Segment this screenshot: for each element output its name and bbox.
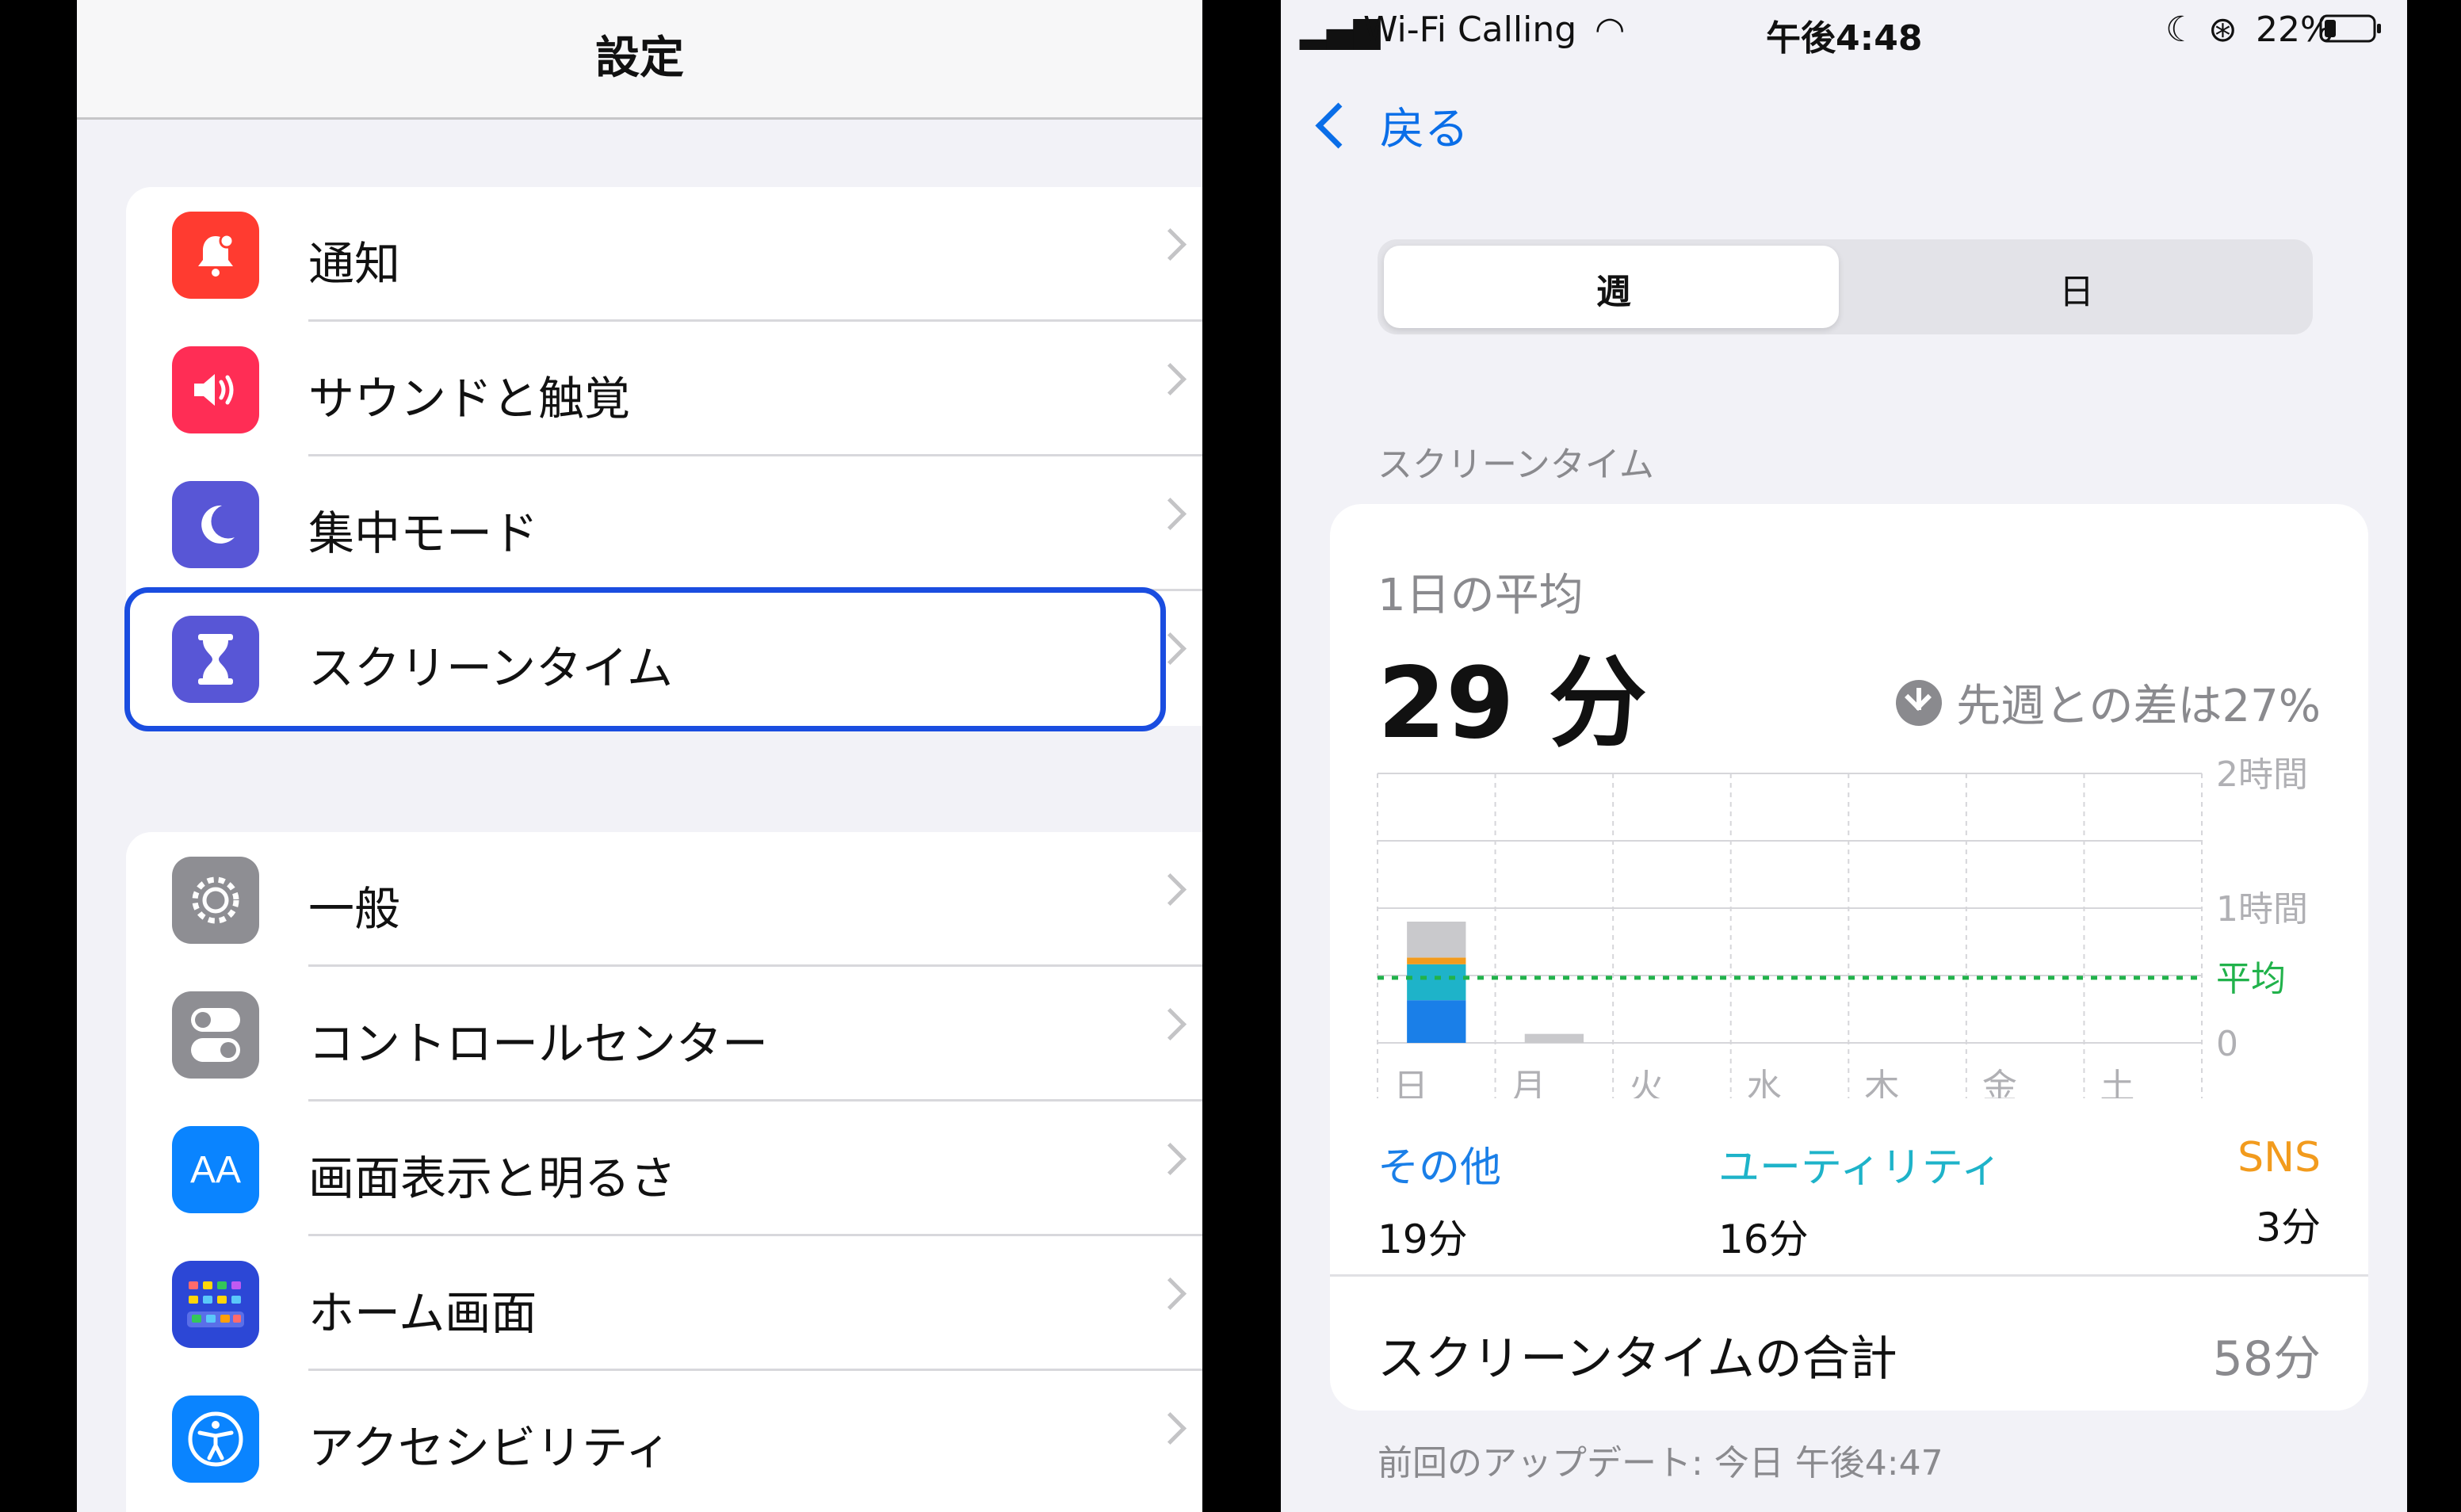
gear-icon: [172, 857, 259, 944]
chevron-right-icon: [1153, 872, 1187, 907]
settings-row-b-0[interactable]: 一般: [126, 832, 1202, 967]
speaker-icon: [172, 346, 259, 433]
carrier-label: Wi-Fi Calling: [1363, 10, 1577, 50]
section-label: スクリーンタイム: [1378, 445, 1654, 485]
text-size-icon: AA: [172, 1126, 259, 1213]
x-tick-label: 金: [1982, 1067, 2017, 1098]
settings-row-b-3[interactable]: ホーム画面: [126, 1236, 1202, 1371]
y-tick-label: 2時間: [2216, 758, 2308, 795]
x-tick-label: 木: [1864, 1067, 1899, 1098]
segment-day[interactable]: 日: [1847, 263, 2306, 314]
category-utility: ユーティリティ 16分: [1718, 1134, 2002, 1265]
x-tick-label: 月: [1511, 1067, 1546, 1098]
x-tick-label: 日: [1393, 1067, 1428, 1098]
total-label[interactable]: スクリーンタイムの合計: [1378, 1320, 1897, 1389]
settings-row-a-1[interactable]: サウンドと触覚: [126, 322, 1202, 456]
settings-row-a-0[interactable]: 通知: [126, 187, 1202, 322]
settings-row-b-2[interactable]: AA 画面表示と明るさ: [126, 1102, 1202, 1236]
x-tick-label: 火: [1629, 1067, 1664, 1098]
last-updated: 前回のアップデート: 今日 午後4:47: [1378, 1443, 1943, 1483]
category-other: その他 19分: [1378, 1134, 1501, 1265]
screen-time-panel: ▂▄▆ Wi-Fi Calling ◠ 午後4:48 ☾ ⊛ 22% 戻る 週 …: [1281, 0, 2407, 1512]
accessibility-icon: [172, 1396, 259, 1483]
bar-segment: [1407, 957, 1466, 964]
settings-row-b-1[interactable]: コントロールセンター: [126, 967, 1202, 1102]
bar-segment: [1407, 1000, 1466, 1043]
week-delta-text: 先週との差は27%: [1956, 681, 2321, 732]
chevron-right-icon: [1153, 1007, 1187, 1041]
settings-row-label: サウンドと触覚: [308, 372, 631, 426]
category-sns-value: 3分: [2256, 1205, 2321, 1250]
daily-average-label: 1日の平均: [1378, 570, 1584, 621]
total-value: 58分: [2212, 1331, 2321, 1387]
selection-highlight: [124, 587, 1166, 731]
settings-row-a-2[interactable]: 集中モード: [126, 456, 1202, 591]
bell-icon: [172, 212, 259, 299]
week-delta: 先週との差は27%: [1896, 670, 2321, 735]
toggle-icon: [172, 991, 259, 1079]
chevron-right-icon: [1153, 1277, 1187, 1311]
settings-panel: 設定 通知 サウンドと触覚 集中モード スクリーンタイム 一般 コントロールセンター AA…: [77, 0, 1202, 1512]
settings-row-label: ホーム画面: [308, 1286, 537, 1340]
segment-week[interactable]: 週: [1384, 263, 1844, 314]
home-grid-icon: [172, 1261, 259, 1348]
settings-row-label: アクセシビリティ: [308, 1421, 671, 1475]
battery-icon: [2319, 13, 2383, 53]
chevron-right-icon: [1153, 1411, 1187, 1445]
settings-row-label: 集中モード: [308, 506, 539, 560]
period-segmented-control: 週 日: [1378, 239, 2313, 334]
chevron-right-icon: [1153, 362, 1187, 396]
bar-segment: [1407, 964, 1466, 1001]
bar-segment: [1407, 922, 1466, 958]
category-other-name: その他: [1378, 1144, 1502, 1192]
arrow-down-circle-icon: [1896, 679, 1943, 726]
settings-row-label: 一般: [308, 882, 401, 936]
moon-icon: [172, 481, 259, 568]
chevron-right-icon: [1153, 227, 1187, 262]
average-label: 平均: [2216, 959, 2286, 999]
y-tick-label: 0: [2216, 1024, 2238, 1064]
moon-status-icon: ☾: [2165, 10, 2197, 50]
clock: 午後4:48: [1766, 18, 1923, 59]
chevron-left-icon: [1315, 102, 1362, 148]
status-bar: ▂▄▆ Wi-Fi Calling ◠ 午後4:48 ☾ ⊛ 22%: [1281, 0, 2407, 63]
back-label: 戻る: [1380, 103, 1469, 155]
wifi-icon: ◠: [1595, 10, 1626, 50]
settings-group-2: 一般コントロールセンター AA 画面表示と明るさ ホーム画面アクセシビリティ: [126, 832, 1202, 1512]
x-tick-label: 土: [2100, 1067, 2134, 1098]
category-other-value: 19分: [1378, 1216, 1468, 1262]
x-tick-label: 水: [1747, 1067, 1782, 1098]
daily-average-value: 29 分: [1378, 647, 1647, 761]
chevron-right-icon: [1153, 1142, 1187, 1176]
settings-row-label: 画面表示と明るさ: [308, 1151, 677, 1205]
category-sns: SNS 3分: [2237, 1134, 2321, 1253]
usage-bar-chart[interactable]: 2時間 1時間 0 日 月 火 水 木 金 土 平均: [1330, 758, 2368, 1098]
page-title: 設定: [595, 32, 684, 84]
settings-row-b-4[interactable]: アクセシビリティ: [126, 1371, 1202, 1506]
y-tick-label: 1時間: [2216, 889, 2308, 930]
category-sns-name: SNS: [2237, 1134, 2321, 1182]
settings-row-label: コントロールセンター: [308, 1017, 769, 1071]
orientation-lock-icon: ⊛: [2208, 10, 2237, 50]
settings-row-label: 通知: [308, 237, 401, 291]
back-button[interactable]: 戻る: [1309, 94, 1469, 157]
category-utility-value: 16分: [1718, 1216, 1809, 1262]
category-utility-name: ユーティリティ: [1718, 1144, 2002, 1192]
settings-header: 設定: [77, 0, 1202, 120]
bar-segment: [1524, 1033, 1584, 1043]
card-divider: [1330, 1274, 2368, 1277]
chevron-right-icon: [1153, 497, 1187, 531]
screen-time-card: 1日の平均 29 分 先週との差は27% 2時間 1時間 0 日 月 火 水 木 金 土 平均 その…: [1330, 504, 2368, 1411]
